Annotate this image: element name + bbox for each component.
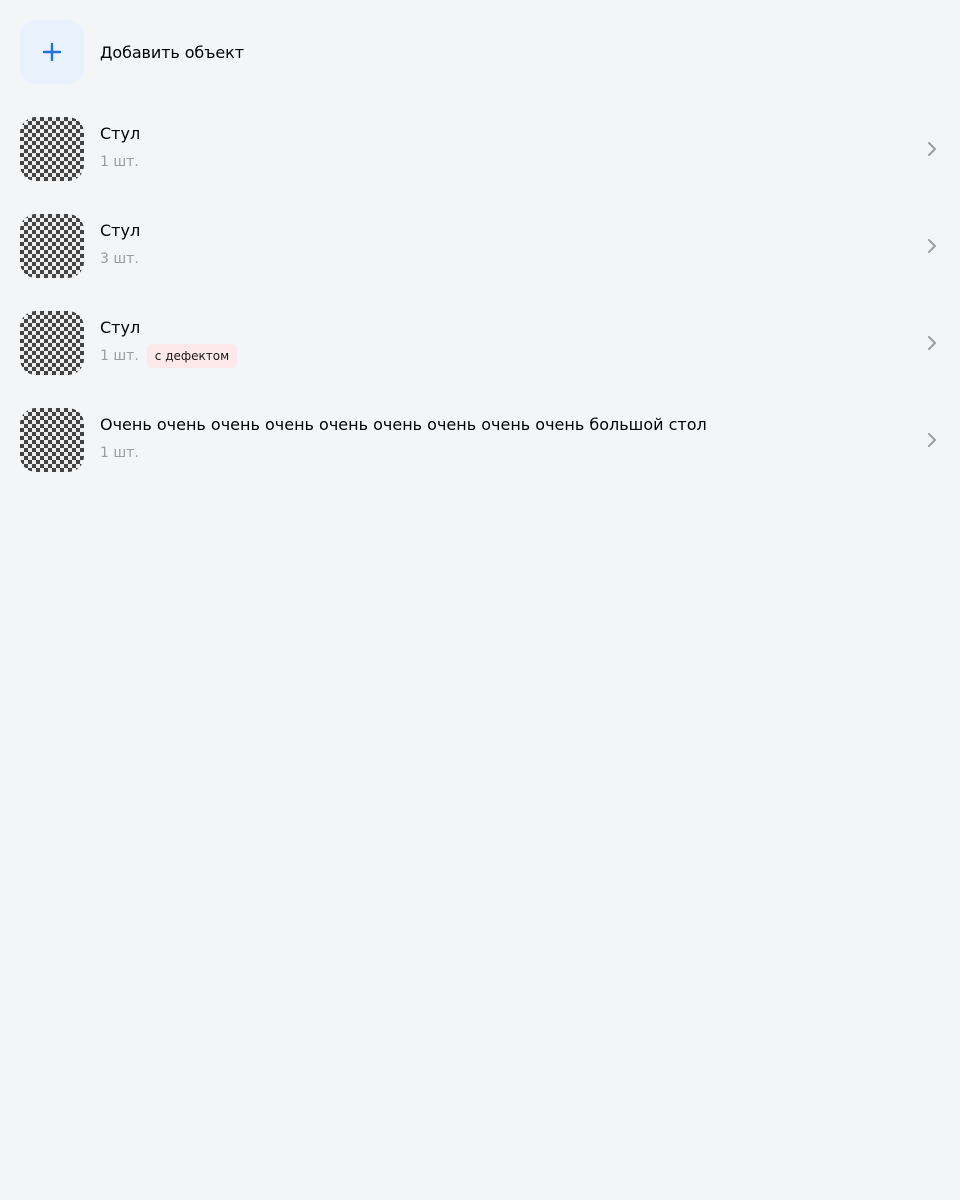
item-quantity: 1 шт. bbox=[100, 154, 139, 170]
item-title: Стул bbox=[100, 318, 141, 337]
list-item[interactable]: Стул 3 шт. bbox=[20, 214, 940, 278]
item-meta: 1 шт. bbox=[100, 150, 924, 174]
add-object-row[interactable]: Добавить объект bbox=[20, 20, 940, 84]
item-quantity: 1 шт. bbox=[100, 348, 139, 364]
chevron-right-icon bbox=[924, 141, 940, 157]
item-text: Стул 1 шт. bbox=[100, 117, 924, 181]
item-meta: 1 шт. bbox=[100, 441, 924, 465]
chevron-right-icon bbox=[924, 432, 940, 448]
chevron-right-icon bbox=[924, 335, 940, 351]
item-title: Очень очень очень очень очень очень очен… bbox=[100, 415, 707, 434]
item-quantity: 1 шт. bbox=[100, 445, 139, 461]
list-item[interactable]: Очень очень очень очень очень очень очен… bbox=[20, 408, 940, 472]
item-quantity: 3 шт. bbox=[100, 251, 139, 267]
item-thumbnail-placeholder bbox=[20, 117, 84, 181]
list-item[interactable]: Стул 1 шт. с дефектом bbox=[20, 311, 940, 375]
item-title: Стул bbox=[100, 124, 141, 143]
objects-page: Добавить объект Стул 1 шт. Стул 3 шт. Ст… bbox=[0, 0, 960, 1200]
defect-badge: с дефектом bbox=[146, 344, 238, 368]
plus-icon bbox=[42, 42, 62, 62]
add-object-label: Добавить объект bbox=[100, 42, 244, 62]
item-text: Очень очень очень очень очень очень очен… bbox=[100, 408, 924, 472]
list-item[interactable]: Стул 1 шт. bbox=[20, 117, 940, 181]
item-text: Стул 1 шт. с дефектом bbox=[100, 311, 924, 375]
item-text: Стул 3 шт. bbox=[100, 214, 924, 278]
chevron-right-icon bbox=[924, 238, 940, 254]
item-thumbnail-placeholder bbox=[20, 408, 84, 472]
item-meta: 3 шт. bbox=[100, 247, 924, 271]
item-thumbnail-placeholder bbox=[20, 311, 84, 375]
add-object-button[interactable] bbox=[20, 20, 84, 84]
item-meta: 1 шт. с дефектом bbox=[100, 344, 924, 368]
item-thumbnail-placeholder bbox=[20, 214, 84, 278]
item-title: Стул bbox=[100, 221, 141, 240]
